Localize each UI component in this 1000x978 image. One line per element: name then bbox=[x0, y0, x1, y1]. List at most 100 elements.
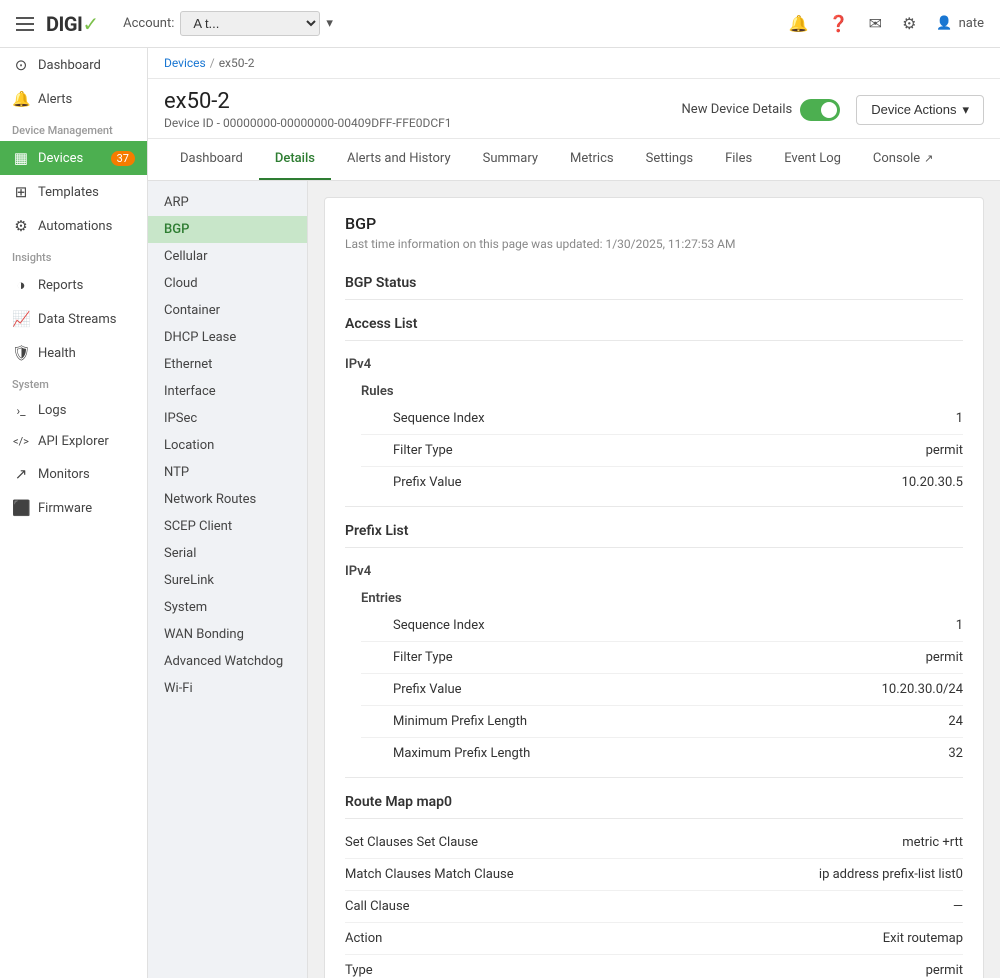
new-device-details-toggle[interactable] bbox=[800, 99, 840, 121]
settings-icon[interactable]: ⚙ bbox=[902, 14, 916, 33]
device-management-label: Device Management bbox=[0, 116, 147, 141]
tab-bar: Dashboard Details Alerts and History Sum… bbox=[148, 139, 1000, 181]
access-prefix-value: 10.20.30.5 bbox=[902, 475, 963, 490]
breadcrumb-current: ex50-2 bbox=[219, 56, 255, 70]
prefix-seq-value: 1 bbox=[956, 618, 963, 633]
prefix-ipv4-section: IPv4 Entries Sequence Index 1 Filter Typ… bbox=[345, 556, 963, 769]
access-prefix-label: Prefix Value bbox=[361, 475, 462, 490]
system-label: System bbox=[0, 370, 147, 395]
rules-label: Rules bbox=[361, 376, 963, 403]
breadcrumb: Devices / ex50-2 bbox=[148, 48, 1000, 79]
nav-advwatchdog[interactable]: Advanced Watchdog bbox=[148, 648, 307, 675]
devices-badge: 37 bbox=[111, 151, 135, 166]
tab-eventlog[interactable]: Event Log bbox=[768, 139, 857, 180]
tab-details[interactable]: Details bbox=[259, 139, 331, 180]
sidebar-item-dashboard[interactable]: ⊙ Dashboard bbox=[0, 48, 147, 82]
type-value: permit bbox=[926, 963, 963, 978]
prefix-list-header: Prefix List bbox=[345, 515, 963, 548]
prefix-ipv4-label: IPv4 bbox=[345, 556, 963, 583]
breadcrumb-devices[interactable]: Devices bbox=[164, 56, 206, 70]
nav-networkroutes[interactable]: Network Routes bbox=[148, 486, 307, 513]
nav-ipsec[interactable]: IPSec bbox=[148, 405, 307, 432]
prefix-filter-value: permit bbox=[926, 650, 963, 665]
help-icon[interactable]: ❓ bbox=[829, 14, 849, 33]
entries-section: Entries Sequence Index 1 Filter Type per… bbox=[345, 583, 963, 769]
nav-interface[interactable]: Interface bbox=[148, 378, 307, 405]
sidebar-item-datastreams[interactable]: 📈 Data Streams bbox=[0, 302, 147, 336]
account-section: Account: A t... ▾ bbox=[123, 11, 333, 36]
sidebar-item-alerts[interactable]: 🔔 Alerts bbox=[0, 82, 147, 116]
sidebar-item-reports[interactable]: ◑ Reports bbox=[0, 268, 147, 302]
call-clause-label: Call Clause bbox=[345, 899, 410, 914]
tab-alerts[interactable]: Alerts and History bbox=[331, 139, 467, 180]
type-row: Type permit bbox=[345, 955, 963, 978]
tab-summary[interactable]: Summary bbox=[467, 139, 554, 180]
tab-console[interactable]: Console ↗ bbox=[857, 139, 949, 180]
rules-section: Rules Sequence Index 1 Filter Type permi… bbox=[345, 376, 963, 498]
sidebar-item-automations[interactable]: ⚙ Automations bbox=[0, 209, 147, 243]
monitors-icon: ↗ bbox=[12, 465, 30, 483]
mail-icon[interactable]: ✉ bbox=[869, 14, 882, 33]
device-actions-chevron: ▾ bbox=[962, 102, 969, 118]
nav-arp[interactable]: ARP bbox=[148, 189, 307, 216]
access-filter-label: Filter Type bbox=[361, 443, 453, 458]
sidebar-item-firmware[interactable]: ⬛ Firmware bbox=[0, 491, 147, 525]
nav-location[interactable]: Location bbox=[148, 432, 307, 459]
match-clauses-value: ip address prefix-list list0 bbox=[819, 867, 963, 882]
bgp-card: BGP Last time information on this page w… bbox=[324, 197, 984, 978]
automations-icon: ⚙ bbox=[12, 217, 30, 235]
access-filter-row: Filter Type permit bbox=[361, 435, 963, 467]
ipv4-section: IPv4 Rules Sequence Index 1 Filter Type … bbox=[345, 349, 963, 498]
nav-cellular[interactable]: Cellular bbox=[148, 243, 307, 270]
nav-container[interactable]: Container bbox=[148, 297, 307, 324]
sidebar-item-devices[interactable]: ▦ Devices 37 bbox=[0, 141, 147, 175]
tab-settings[interactable]: Settings bbox=[630, 139, 709, 180]
bgp-title: BGP bbox=[345, 214, 963, 233]
dashboard-icon: ⊙ bbox=[12, 56, 30, 74]
nav-cloud[interactable]: Cloud bbox=[148, 270, 307, 297]
bell-icon[interactable]: 🔔 bbox=[789, 14, 809, 33]
main-layout: ⊙ Dashboard 🔔 Alerts Device Management ▦… bbox=[0, 48, 1000, 978]
new-device-details: New Device Details bbox=[682, 99, 841, 121]
account-select[interactable]: A t... bbox=[180, 11, 320, 36]
device-actions-button[interactable]: Device Actions ▾ bbox=[856, 95, 984, 125]
tab-files[interactable]: Files bbox=[709, 139, 768, 180]
hamburger-menu[interactable] bbox=[16, 17, 34, 31]
access-seq-label: Sequence Index bbox=[361, 411, 485, 426]
nav-bgp[interactable]: BGP bbox=[148, 216, 307, 243]
bgp-updated: Last time information on this page was u… bbox=[345, 237, 963, 251]
min-prefix-row: Minimum Prefix Length 24 bbox=[361, 706, 963, 738]
content-area: Devices / ex50-2 ex50-2 Device ID - 0000… bbox=[148, 48, 1000, 978]
sidebar-item-health[interactable]: 🛡 Health bbox=[0, 336, 147, 370]
sidebar-item-logs[interactable]: ›_ Logs bbox=[0, 395, 147, 426]
nav-dhcp[interactable]: DHCP Lease bbox=[148, 324, 307, 351]
tab-dashboard[interactable]: Dashboard bbox=[164, 139, 259, 180]
match-clauses-row: Match Clauses Match Clause ip address pr… bbox=[345, 859, 963, 891]
nav-ntp[interactable]: NTP bbox=[148, 459, 307, 486]
device-id: Device ID - 00000000-00000000-00409DFF-F… bbox=[164, 116, 452, 130]
access-filter-value: permit bbox=[926, 443, 963, 458]
sidebar-item-apiexplorer[interactable]: </> API Explorer bbox=[0, 426, 147, 457]
nav-wanbonding[interactable]: WAN Bonding bbox=[148, 621, 307, 648]
datastreams-icon: 📈 bbox=[12, 310, 30, 328]
breadcrumb-sep: / bbox=[210, 56, 215, 70]
max-prefix-label: Maximum Prefix Length bbox=[361, 746, 530, 761]
sidebar-item-monitors[interactable]: ↗ Monitors bbox=[0, 457, 147, 491]
account-dropdown-icon[interactable]: ▾ bbox=[326, 16, 333, 31]
nav-surelink[interactable]: SureLink bbox=[148, 567, 307, 594]
nav-scepclient[interactable]: SCEP Client bbox=[148, 513, 307, 540]
tab-metrics[interactable]: Metrics bbox=[554, 139, 630, 180]
call-clause-value: — bbox=[953, 899, 963, 914]
main-panel: BGP Last time information on this page w… bbox=[308, 181, 1000, 978]
set-clauses-value: metric +rtt bbox=[902, 835, 963, 850]
nav-ethernet[interactable]: Ethernet bbox=[148, 351, 307, 378]
nav-system[interactable]: System bbox=[148, 594, 307, 621]
access-list-header: Access List bbox=[345, 308, 963, 341]
user-section[interactable]: 👤 nate bbox=[936, 16, 984, 31]
nav-wifi[interactable]: Wi-Fi bbox=[148, 675, 307, 702]
sidebar-item-templates[interactable]: ⊞ Templates bbox=[0, 175, 147, 209]
page-header: ex50-2 Device ID - 00000000-00000000-004… bbox=[148, 79, 1000, 139]
prefix-seq-row: Sequence Index 1 bbox=[361, 610, 963, 642]
route-map-header: Route Map map0 bbox=[345, 786, 963, 819]
nav-serial[interactable]: Serial bbox=[148, 540, 307, 567]
